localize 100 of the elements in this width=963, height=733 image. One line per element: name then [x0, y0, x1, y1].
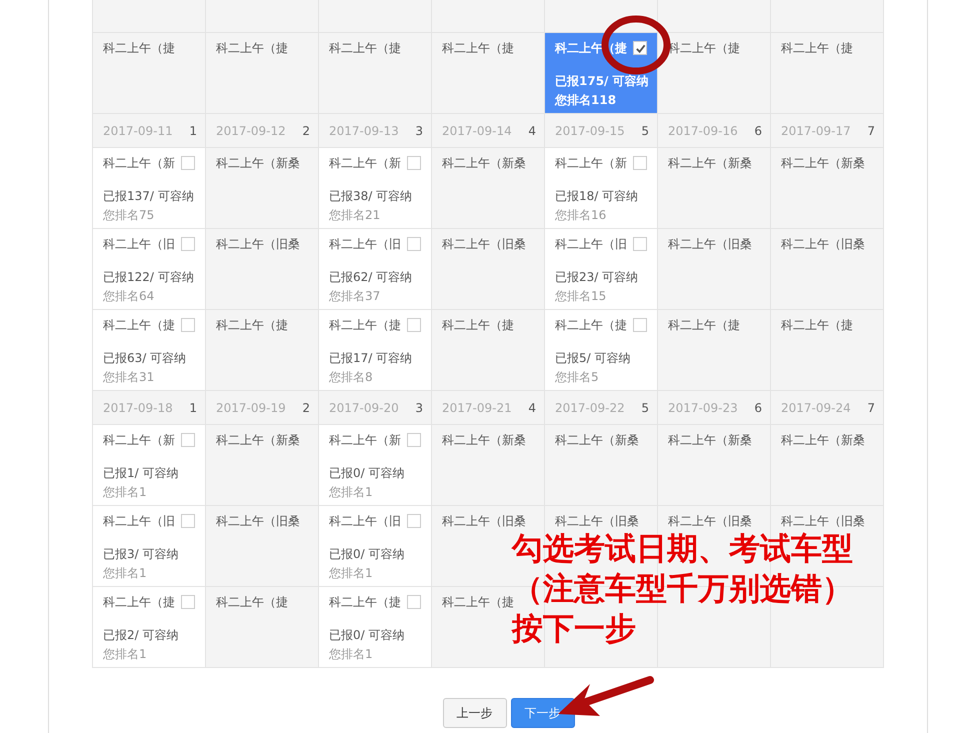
booking-count: 已报2/ 可容纳	[103, 627, 180, 644]
weekday-number: 5	[641, 400, 649, 414]
weekday-number: 1	[189, 400, 197, 414]
session-name: 科二上午（旧	[103, 512, 175, 530]
session-name: 科二上午（捷	[216, 594, 288, 610]
weekday-number: 7	[867, 400, 875, 414]
session-name: 科二上午（捷	[103, 316, 175, 334]
session-name: 科二上午（新桑	[555, 432, 639, 448]
checkbox[interactable]	[407, 156, 421, 170]
weekday-number: 4	[528, 124, 536, 138]
slot-cell[interactable]: 科二上午（捷 已报17/ 可容纳 您排名8	[319, 310, 432, 391]
rank-text: 您排名5	[555, 369, 600, 386]
session-name: 科二上午（旧桑	[442, 236, 526, 252]
weekday-number: 2	[302, 400, 310, 414]
slot-cell[interactable]: 科二上午（新 已报0/ 可容纳 您排名1	[319, 425, 432, 506]
session-name: 科二上午（新桑	[668, 432, 752, 448]
slot-cell[interactable]: 科二上午（旧 已报0/ 可容纳 您排名1	[319, 506, 432, 587]
rank-text: 您排名31	[103, 369, 156, 386]
checkbox[interactable]	[633, 318, 647, 332]
checkbox[interactable]	[407, 595, 421, 609]
rank-text: 您排名1	[329, 646, 374, 663]
slot-cell[interactable]: 科二上午（新 已报38/ 可容纳 您排名21	[319, 148, 432, 229]
slot-cell[interactable]: 科二上午（旧 已报23/ 可容纳 您排名15	[545, 229, 658, 310]
rank-text: 您排名1	[329, 484, 374, 501]
date-text: 2017-09-14	[442, 124, 512, 138]
slot-cell[interactable]: 科二上午（新 已报137/ 可容纳 您排名75	[93, 148, 206, 229]
checkbox[interactable]	[633, 237, 647, 251]
checkbox[interactable]	[181, 156, 195, 170]
date-text: 2017-09-12	[216, 124, 286, 138]
session-name: 科二上午（新桑	[781, 432, 865, 448]
date-text: 2017-09-16	[668, 124, 738, 138]
annotation-text: 勾选考试日期、考试车型	[512, 530, 853, 568]
checkbox[interactable]	[633, 41, 647, 55]
session-name: 科二上午（新桑	[442, 432, 526, 448]
checkbox[interactable]	[633, 156, 647, 170]
weekday-number: 5	[641, 124, 649, 138]
checkbox[interactable]	[407, 433, 421, 447]
slot-cell[interactable]: 科二上午（旧 已报62/ 可容纳 您排名37	[319, 229, 432, 310]
weekday-number: 1	[189, 124, 197, 138]
checkbox[interactable]	[181, 514, 195, 528]
rank-text: 您排名37	[329, 288, 382, 305]
checkbox[interactable]	[407, 514, 421, 528]
slot-cell[interactable]: 科二上午（新 已报1/ 可容纳 您排名1	[93, 425, 206, 506]
session-name: 科二上午（捷	[103, 40, 175, 56]
date-text: 2017-09-23	[668, 400, 738, 414]
booking-count: 已报3/ 可容纳	[103, 546, 180, 563]
weekday-number: 3	[415, 124, 423, 138]
slot-cell[interactable]: 科二上午（捷 已报63/ 可容纳 您排名31	[93, 310, 206, 391]
checkbox[interactable]	[181, 433, 195, 447]
back-button[interactable]: 上一步	[442, 698, 506, 728]
weekday-number: 6	[754, 124, 762, 138]
session-name: 科二上午（捷	[329, 594, 401, 610]
booking-count: 已报63/ 可容纳	[103, 350, 188, 367]
checkbox[interactable]	[407, 237, 421, 251]
annotation-text: （注意车型千万别选错）	[512, 570, 853, 607]
booking-count: 已报0/ 可容纳	[329, 546, 406, 563]
session-name: 科二上午（旧桑	[216, 236, 300, 252]
session-name: 科二上午（旧	[103, 236, 175, 252]
slot-cell[interactable]: 科二上午（旧 已报3/ 可容纳 您排名1	[93, 506, 206, 587]
session-name: 科二上午（旧	[329, 236, 401, 252]
session-name: 科二上午（旧桑	[781, 236, 865, 252]
booking-count: 已报175/ 可容纳	[555, 73, 647, 90]
session-name: 科二上午（旧	[555, 236, 627, 252]
checkbox[interactable]	[181, 595, 195, 609]
checkbox[interactable]	[407, 318, 421, 332]
session-name: 科二上午（新	[555, 154, 627, 172]
session-name: 科二上午（旧桑	[555, 512, 639, 530]
date-text: 2017-09-22	[555, 400, 625, 414]
annotation-circle	[600, 14, 672, 76]
session-name: 科二上午（捷	[781, 40, 853, 56]
weekday-number: 7	[867, 124, 875, 138]
annotation-text: 按下一步	[512, 610, 637, 648]
slot-cell[interactable]: 科二上午（捷 已报5/ 可容纳 您排名5	[545, 310, 658, 391]
date-text: 2017-09-21	[442, 400, 512, 414]
session-name: 科二上午（旧桑	[216, 512, 300, 530]
booking-count: 已报5/ 可容纳	[555, 350, 632, 367]
slot-cell[interactable]: 科二上午（新 已报18/ 可容纳 您排名16	[545, 148, 658, 229]
session-name: 科二上午（新桑	[442, 154, 526, 172]
booking-count: 已报0/ 可容纳	[329, 627, 406, 644]
rank-text: 您排名8	[329, 369, 374, 386]
weekday-number: 6	[754, 400, 762, 414]
date-text: 2017-09-18	[103, 400, 173, 414]
weekday-number: 2	[302, 124, 310, 138]
date-text: 2017-09-11	[103, 124, 173, 138]
date-text: 2017-09-17	[781, 124, 851, 138]
slot-cell[interactable]: 科二上午（旧 已报122/ 可容纳 您排名64	[93, 229, 206, 310]
slot-cell[interactable]: 科二上午（捷 已报2/ 可容纳 您排名1	[93, 587, 206, 668]
booking-count: 已报23/ 可容纳	[555, 269, 640, 286]
checkbox[interactable]	[181, 318, 195, 332]
rank-text: 您排名1	[329, 565, 374, 582]
session-name: 科二上午（旧桑	[781, 512, 865, 530]
booking-count: 已报1/ 可容纳	[103, 465, 180, 482]
session-name: 科二上午（捷	[442, 40, 514, 56]
booking-count: 已报62/ 可容纳	[329, 269, 414, 286]
session-name: 科二上午（新桑	[668, 154, 752, 172]
session-name: 科二上午（捷	[668, 316, 740, 334]
rank-text: 您排名1	[103, 565, 148, 582]
slot-cell[interactable]: 科二上午（捷 已报0/ 可容纳 您排名1	[319, 587, 432, 668]
session-name: 科二上午（捷	[555, 40, 627, 56]
checkbox[interactable]	[181, 237, 195, 251]
